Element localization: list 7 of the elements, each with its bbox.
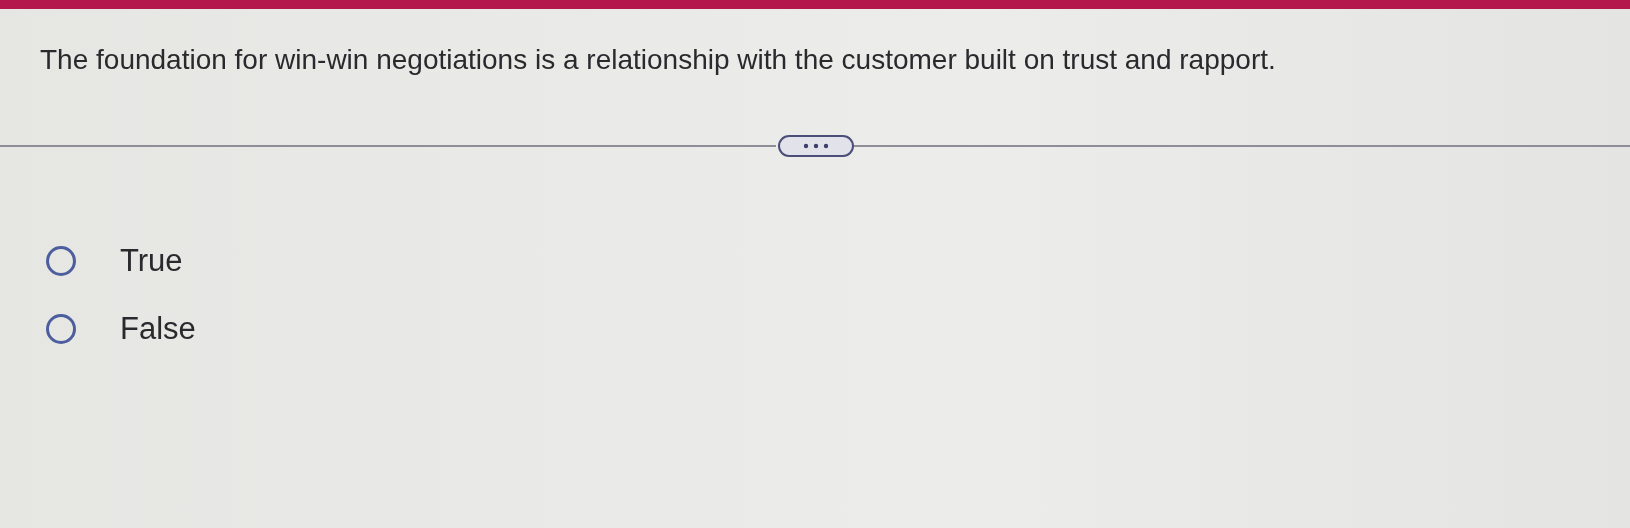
question-text: The foundation for win-win negotiations is a relationship with the customer built on trust and rapport. [40,43,1277,77]
option-label[interactable]: True [120,242,183,279]
option-label[interactable]: False [120,310,196,347]
more-icon [803,142,829,149]
expand-button[interactable] [778,134,854,157]
radio-button[interactable] [46,313,76,344]
radio-button[interactable] [46,245,76,276]
